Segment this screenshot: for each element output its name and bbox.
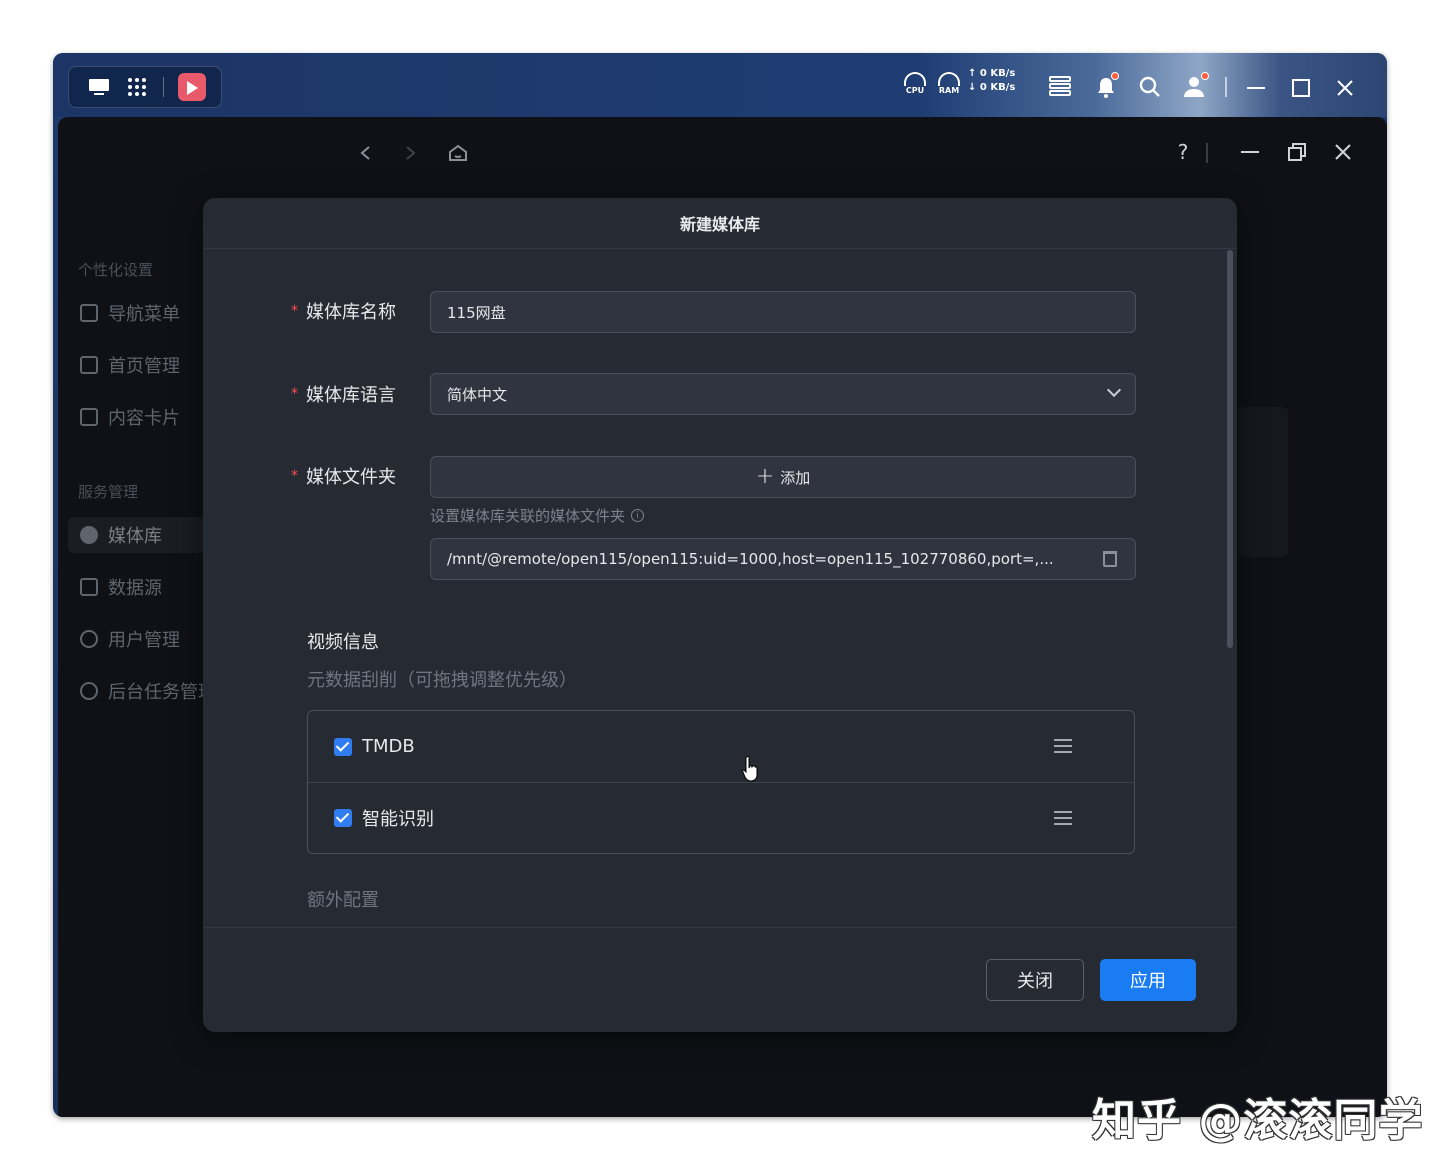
minimize-desktop-icon[interactable] [1246,78,1266,98]
download-rate: ↓ 0 KB/s [968,82,1016,93]
library-language-select[interactable]: 简体中文 [430,373,1136,415]
apply-button[interactable]: 应用 [1100,959,1196,1001]
folder-path-entry: /mnt/@remote/open115/open115:uid=1000,ho… [430,538,1136,580]
plus-icon: + [755,464,775,489]
sidebar-item-label: 内容卡片 [108,408,180,429]
dialog-header: 新建媒体库 [203,198,1237,249]
dialog-title: 新建媒体库 [679,215,760,234]
language-selected-value: 简体中文 [447,385,508,404]
add-folder-label: 添加 [780,468,811,487]
metadata-provider-list: TMDB 智能识别 [307,710,1135,854]
sidebar-item-label: 导航菜单 [108,304,180,325]
folder-hint: 设置媒体库关联的媒体文件夹 i [430,505,645,526]
network-rate[interactable]: ↑ 0 KB/s ↓ 0 KB/s [968,67,1015,95]
window-control-divider [1206,143,1208,163]
chevron-down-icon [1106,382,1122,398]
close-desktop-icon[interactable] [1335,78,1355,98]
folder-hint-text: 设置媒体库关联的媒体文件夹 [430,507,626,525]
library-name-label: * 媒体库名称 [291,298,396,324]
drag-handle-icon[interactable] [1054,811,1072,825]
cpu-label: CPU [905,85,925,95]
upload-rate: ↑ 0 KB/s [968,68,1016,79]
sidebar-item-label: 媒体库 [108,526,162,547]
tray-divider [1225,77,1227,97]
new-media-library-dialog: 新建媒体库 * 媒体库名称 115网盘 * 媒体库语言 简体中文 * 媒体文件夹… [203,198,1237,1032]
extra-config-heading: 额外配置 [307,890,379,911]
library-language-label: * 媒体库语言 [291,381,396,407]
library-name-input[interactable]: 115网盘 [430,291,1136,333]
provider-label: 智能识别 [362,809,434,830]
show-desktop-icon[interactable] [87,75,111,99]
data-source-icon [80,578,98,596]
library-name-label-text: 媒体库名称 [306,302,396,323]
media-library-icon [80,526,98,544]
add-folder-button[interactable]: + 添加 [430,456,1136,498]
required-mark: * [291,386,298,402]
provider-row-tmdb[interactable]: TMDB [308,711,1134,782]
taskbar: CPU RAM ↑ 0 KB/s ↓ 0 KB/s [53,53,1387,117]
sidebar-section-services: 服务管理 [78,483,139,501]
video-app-icon[interactable] [178,73,206,101]
list-icon [80,304,98,322]
widgets-icon[interactable] [1049,75,1071,97]
sidebar-item-label: 首页管理 [108,356,180,377]
watermark: 知乎 @滚滚同学 [1092,1095,1424,1146]
user-icon[interactable] [1183,72,1209,98]
dialog-footer: 关闭 应用 [203,927,1237,1032]
ram-gauge-icon [938,71,960,86]
metadata-scraping-heading: 元数据刮削（可拖拽调整优先级） [307,670,577,691]
back-icon[interactable] [353,141,377,165]
ram-meter[interactable]: RAM [934,65,964,101]
notification-badge [1111,72,1119,80]
provider-label: TMDB [362,736,415,757]
download-rate-value: 0 KB/s [979,82,1016,93]
home-icon[interactable] [446,141,470,165]
dialog-scrollbar[interactable] [1227,250,1233,648]
window-restore-icon[interactable] [1284,139,1310,165]
clock-icon [80,682,98,700]
window-titlebar: ? [58,117,1387,189]
provider-row-smart-recognition[interactable]: 智能识别 [308,782,1134,853]
dialog-body: * 媒体库名称 115网盘 * 媒体库语言 简体中文 * 媒体文件夹 + 添加 … [203,250,1237,927]
cpu-meter[interactable]: CPU [900,65,930,101]
upload-rate-value: 0 KB/s [979,68,1016,79]
required-mark: * [291,303,298,319]
library-language-label-text: 媒体库语言 [306,385,396,406]
required-mark: * [291,468,298,484]
background-library-card [1238,407,1288,557]
sidebar-item-label: 后台任务管理 [108,682,216,703]
forward-icon[interactable] [399,141,423,165]
drag-handle-icon[interactable] [1054,739,1072,753]
video-info-heading: 视频信息 [307,632,379,653]
help-button[interactable]: ? [1170,139,1196,165]
sidebar-item-label: 用户管理 [108,630,180,651]
info-icon[interactable]: i [631,509,645,522]
users-icon [80,630,98,648]
trash-icon[interactable] [1103,551,1117,567]
dock [68,66,222,108]
cpu-gauge-icon [904,71,926,86]
notification-bell-icon[interactable] [1095,72,1119,98]
sidebar-item-label: 数据源 [108,578,162,599]
hand-cursor-icon [742,756,758,782]
home-icon [80,356,98,374]
dock-divider [163,77,164,97]
media-folder-label: * 媒体文件夹 [291,463,396,489]
search-icon[interactable] [1139,76,1161,98]
media-folder-label-text: 媒体文件夹 [306,467,396,488]
window-close-icon[interactable] [1330,139,1356,165]
app-grid-icon[interactable] [125,75,149,99]
checkbox-checked[interactable] [334,737,352,756]
sidebar-section-personalization: 个性化设置 [78,261,154,279]
close-button[interactable]: 关闭 [986,959,1084,1001]
card-icon [80,408,98,426]
folder-path-text: /mnt/@remote/open115/open115:uid=1000,ho… [447,550,1054,568]
ram-label: RAM [938,85,960,95]
window-minimize-icon[interactable] [1237,139,1263,165]
checkbox-checked[interactable] [334,809,352,827]
user-badge [1201,72,1209,80]
maximize-desktop-icon[interactable] [1291,78,1311,98]
